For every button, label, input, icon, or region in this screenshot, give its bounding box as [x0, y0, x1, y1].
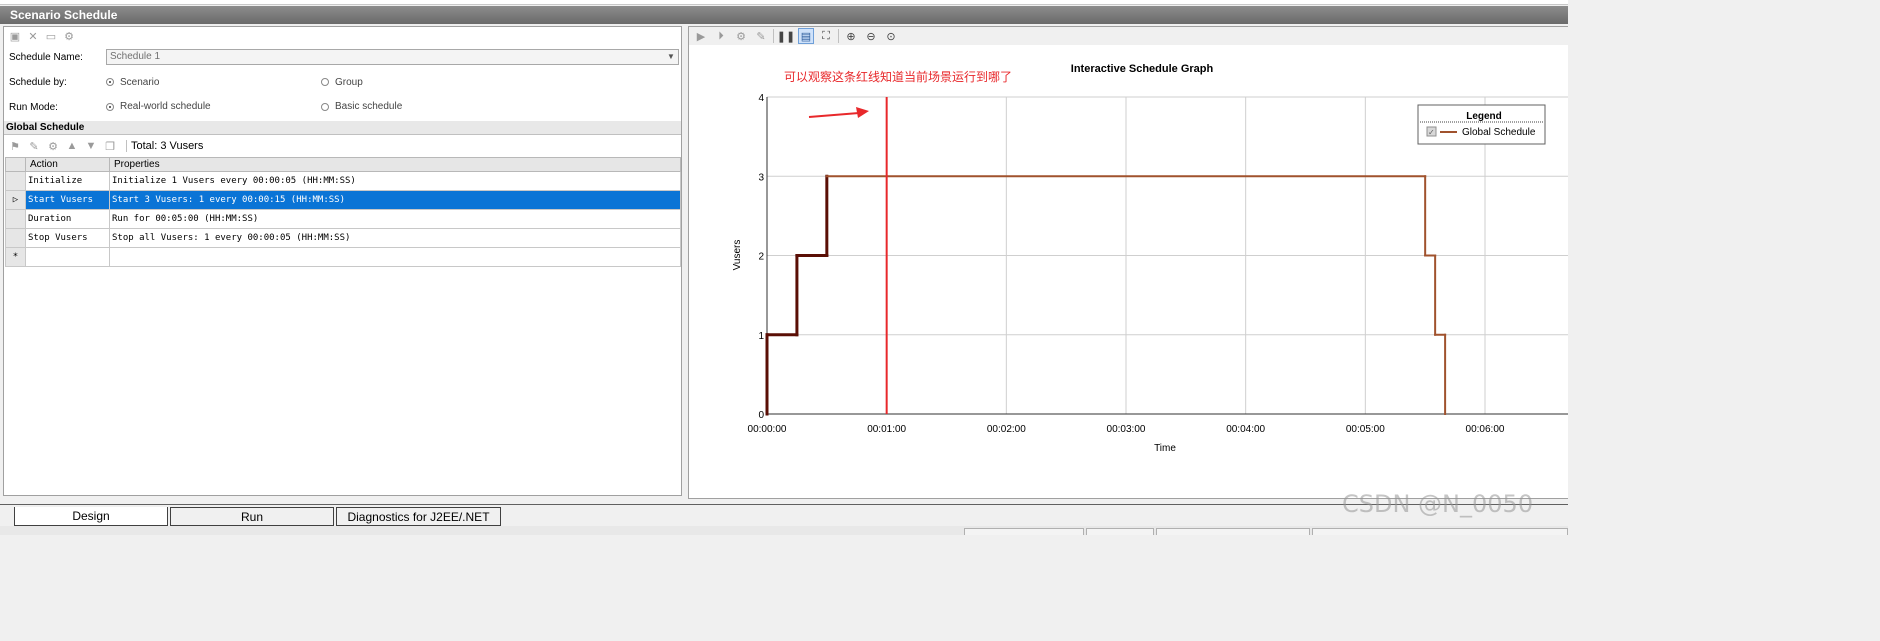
view-tabs: Design Run Diagnostics for J2EE/.NET [0, 504, 1568, 526]
new-row-icon[interactable]: * [5, 247, 26, 267]
current-row-icon[interactable]: ▷ [5, 190, 26, 210]
x-tick-label: 00:02:00 [987, 424, 1026, 435]
rename-icon[interactable]: ▭ [44, 29, 58, 43]
column-header-action[interactable]: Action [25, 157, 110, 172]
properties-cell[interactable]: Stop all Vusers: 1 every 00:00:05 (HH:MM… [109, 228, 681, 248]
delete-icon[interactable]: ✕ [26, 29, 40, 43]
status-cell [1086, 528, 1154, 535]
table-row[interactable]: Stop Vusers Stop all Vusers: 1 every 00:… [5, 228, 681, 248]
schedule-by-row: Schedule by: Scenario Group [4, 72, 681, 92]
radio-group[interactable]: Group [321, 77, 363, 88]
radio-real-world-label: Real-world schedule [120, 101, 211, 112]
move-up-icon[interactable]: ▲ [65, 139, 79, 153]
edit-action-icon[interactable]: ✎ [27, 139, 41, 153]
properties-cell[interactable]: Run for 00:05:00 (HH:MM:SS) [109, 209, 681, 229]
schedule-graph[interactable]: Interactive Schedule Graph 可以观察这条红线知道当前场… [689, 27, 1568, 500]
radio-button-icon[interactable] [321, 102, 329, 111]
action-cell[interactable]: Start Vusers [25, 190, 110, 210]
x-tick-label: 00:06:00 [1466, 424, 1505, 435]
legend-series-name: Global Schedule [1462, 127, 1536, 138]
radio-button-icon[interactable] [106, 78, 114, 86]
status-cell [1156, 528, 1310, 535]
series-global-schedule [765, 174, 1447, 416]
schedule-name-dropdown[interactable]: Schedule 1 ▼ [106, 49, 679, 65]
row-selector[interactable] [5, 209, 26, 229]
y-tick-label: 2 [758, 252, 764, 263]
radio-button-icon[interactable] [106, 102, 114, 111]
row-selector-header [5, 157, 26, 172]
new-schedule-icon[interactable]: ▣ [8, 29, 22, 43]
action-cell[interactable]: Duration [25, 209, 110, 229]
x-tick-labels: 00:00:00 00:01:00 00:02:00 00:03:00 00:04:00… [748, 424, 1505, 435]
properties-cell-empty[interactable] [109, 247, 681, 267]
radio-basic-label: Basic schedule [335, 101, 403, 112]
schedule-name-row: Schedule Name: Schedule 1 ▼ [4, 47, 681, 67]
global-schedule-header: Global Schedule [4, 121, 681, 135]
status-cell [1312, 528, 1568, 535]
properties-cell[interactable]: Start 3 Vusers: 1 every 00:00:15 (HH:MM:… [109, 190, 681, 210]
x-tick-label: 00:05:00 [1346, 424, 1385, 435]
radio-basic[interactable]: Basic schedule [321, 101, 402, 112]
move-down-icon[interactable]: ▼ [84, 139, 98, 153]
schedule-properties-icon[interactable]: ⚙ [62, 29, 76, 43]
legend-box: Legend ✓ Global Schedule [1417, 104, 1546, 145]
global-schedule-toolbar: ⚑ ✎ ⚙ ▲ ▼ ❐ Total: 3 Vusers [4, 137, 681, 155]
run-mode-row: Run Mode: Real-world schedule Basic sche… [4, 97, 681, 117]
annotation-arrow [808, 107, 869, 118]
x-axis-label: Time [1154, 443, 1176, 454]
radio-scenario-label: Scenario [120, 76, 160, 88]
chevron-down-icon[interactable]: ▼ [666, 52, 676, 62]
radio-real-world[interactable]: Real-world schedule [106, 101, 211, 112]
action-cell-empty[interactable] [25, 247, 110, 267]
table-header-row: Action Properties [5, 157, 681, 172]
y-tick-label: 4 [758, 93, 764, 104]
schedule-by-label: Schedule by: [9, 76, 67, 88]
y-tick-label: 3 [758, 172, 764, 183]
run-mode-label: Run Mode: [9, 101, 58, 113]
table-row[interactable]: Duration Run for 00:05:00 (HH:MM:SS) [5, 209, 681, 229]
new-row[interactable]: * [5, 247, 681, 267]
action-cell[interactable]: Stop Vusers [25, 228, 110, 248]
graph-panel: ▶ ⏵ ⚙ ✎ ❚❚ ▤ ⛶ ⊕ ⊖ ⊙ Interactive Schedul… [688, 26, 1568, 499]
y-tick-labels: 0 1 2 3 4 [758, 93, 764, 421]
schedule-panel: ▣ ✕ ▭ ⚙ Schedule Name: Schedule 1 ▼ Sche… [3, 26, 682, 496]
check-icon: ✓ [1428, 128, 1435, 137]
radio-scenario[interactable]: Scenario [106, 77, 159, 88]
table-row-selected[interactable]: ▷ Start Vusers Start 3 Vusers: 1 every 0… [5, 190, 681, 210]
action-settings-icon[interactable]: ⚙ [46, 139, 60, 153]
y-tick-label: 1 [758, 331, 764, 342]
add-action-icon[interactable]: ⚑ [8, 139, 22, 153]
schedule-actions-table: Action Properties Initialize Initialize … [5, 157, 681, 267]
radio-group-label: Group [335, 76, 363, 88]
watermark: CSDN @N_0050 [1342, 490, 1534, 518]
legend-title: Legend [1466, 111, 1502, 122]
annotation-text: 可以观察这条红线知道当前场景运行到哪了 [784, 69, 1012, 84]
tab-diagnostics[interactable]: Diagnostics for J2EE/.NET [336, 507, 501, 526]
schedule-name-label: Schedule Name: [9, 51, 83, 63]
status-bar [0, 526, 1568, 535]
y-axis-label: Vusers [732, 240, 743, 271]
window-title: Scenario Schedule [0, 6, 1568, 24]
properties-cell[interactable]: Initialize 1 Vusers every 00:00:05 (HH:M… [109, 171, 681, 191]
tab-run[interactable]: Run [170, 507, 334, 526]
radio-button-icon[interactable] [321, 78, 329, 86]
x-tick-label: 00:00:00 [748, 424, 787, 435]
total-vusers: Total: 3 Vusers [126, 140, 203, 152]
row-selector[interactable] [5, 171, 26, 191]
chart-title: Interactive Schedule Graph [1071, 63, 1214, 75]
column-header-properties[interactable]: Properties [109, 157, 681, 172]
action-cell[interactable]: Initialize [25, 171, 110, 191]
x-tick-label: 00:03:00 [1107, 424, 1146, 435]
top-strip [0, 0, 1568, 5]
tab-design[interactable]: Design [14, 507, 168, 526]
schedule-name-value: Schedule 1 [110, 51, 161, 62]
schedule-toolbar: ▣ ✕ ▭ ⚙ [4, 27, 681, 45]
table-row[interactable]: Initialize Initialize 1 Vusers every 00:… [5, 171, 681, 191]
x-tick-label: 00:04:00 [1226, 424, 1265, 435]
row-selector[interactable] [5, 228, 26, 248]
copy-icon[interactable]: ❐ [103, 139, 117, 153]
y-tick-label: 0 [758, 410, 764, 421]
status-cell [964, 528, 1084, 535]
x-tick-label: 00:01:00 [867, 424, 906, 435]
